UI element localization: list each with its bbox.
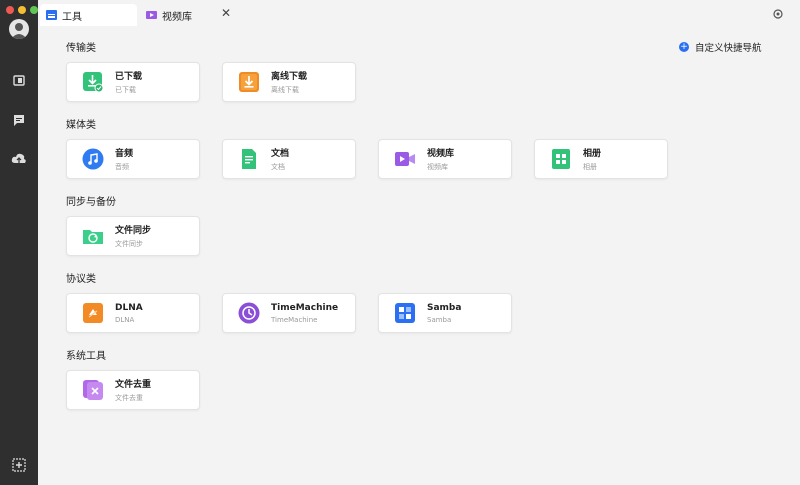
card-subtitle: DLNA [115,315,135,324]
tool-card-samba[interactable]: Samba Samba [378,293,512,333]
minimize-window-button[interactable] [18,6,26,14]
sidebar-cloud-button[interactable] [9,149,29,169]
tool-card-offline-download[interactable]: 离线下载 离线下载 [222,62,356,102]
custom-shortcut-nav-button[interactable]: + 自定义快捷导航 [679,40,762,54]
settings-icon[interactable] [772,8,784,20]
chat-icon [14,115,24,126]
card-title: 文件去重 [115,380,152,390]
tool-card-file-sync[interactable]: 文件同步 文件同步 [66,216,200,256]
card-subtitle: 文件同步 [115,240,143,248]
document-icon [242,149,256,169]
tab-video-library[interactable]: 视频库 [142,4,262,26]
custom-nav-label: 自定义快捷导航 [695,43,762,54]
section-title: 媒体类 [66,120,96,131]
toolbox-icon [13,75,25,86]
sidebar-messages-button[interactable] [9,110,29,130]
card-subtitle: 已下载 [115,86,136,94]
tool-card-file-dedupe[interactable]: 文件去重 文件去重 [66,370,200,410]
samba-icon [395,303,415,323]
dedupe-icon [83,380,103,400]
video-icon [395,152,415,166]
tool-card-time-machine[interactable]: TimeMachine TimeMachine [222,293,356,333]
dlna-icon [83,303,103,323]
card-subtitle: 相册 [583,163,597,171]
card-title: TimeMachine [271,302,339,313]
add-square-icon [12,458,26,472]
maximize-window-button[interactable] [30,6,38,14]
section-title: 协议类 [66,274,96,285]
card-subtitle: 视频库 [427,163,448,171]
toolbox-icon [46,10,57,20]
card-title: DLNA [115,302,143,313]
plus-circle-icon: + [679,42,689,52]
card-title: 离线下载 [271,72,308,82]
sidebar [0,0,38,485]
card-title: 文件同步 [115,226,152,236]
tool-card-documents[interactable]: 文档 文档 [222,139,356,179]
main-area: 工具 视频库 ✕ + 自定义快捷导航 传输类 已下载 已下载 离线下载 离线下载 媒… [38,0,800,485]
card-title: 相册 [583,149,602,159]
add-app-button[interactable] [9,455,29,475]
card-subtitle: TimeMachine [271,315,318,324]
album-icon [552,149,570,169]
card-subtitle: Samba [427,315,452,324]
tab-label: 工具 [62,11,82,23]
section-title: 系统工具 [66,351,106,362]
tab-bar: 工具 视频库 ✕ [38,0,800,28]
card-title: Samba [427,302,462,313]
card-subtitle: 音频 [115,163,129,171]
tool-card-dlna[interactable]: DLNA DLNA [66,293,200,333]
close-tab-icon[interactable]: ✕ [221,6,231,20]
card-subtitle: 离线下载 [271,86,299,94]
downloaded-icon [83,72,104,93]
section-title: 传输类 [66,43,96,54]
tool-card-audio[interactable]: 音频 音频 [66,139,200,179]
offline-download-icon [239,72,259,92]
card-title: 视频库 [427,149,455,159]
card-title: 音频 [115,149,134,159]
video-library-icon [146,11,157,19]
card-title: 文档 [271,149,290,159]
card-title: 已下载 [115,72,143,82]
music-icon [82,148,104,170]
folder-sync-icon [83,230,103,244]
tool-card-video-library[interactable]: 视频库 视频库 [378,139,512,179]
close-window-button[interactable] [6,6,14,14]
time-machine-icon [238,302,260,324]
tool-card-album[interactable]: 相册 相册 [534,139,668,179]
tool-card-downloaded[interactable]: 已下载 已下载 [66,62,200,102]
card-subtitle: 文档 [271,163,285,171]
user-avatar[interactable] [9,19,29,39]
card-subtitle: 文件去重 [115,394,143,402]
tab-tools[interactable]: 工具 [40,4,137,26]
sidebar-tools-button[interactable] [9,70,29,90]
tab-label: 视频库 [162,11,192,23]
cloud-upload-icon [11,153,26,163]
section-title: 同步与备份 [66,197,116,208]
